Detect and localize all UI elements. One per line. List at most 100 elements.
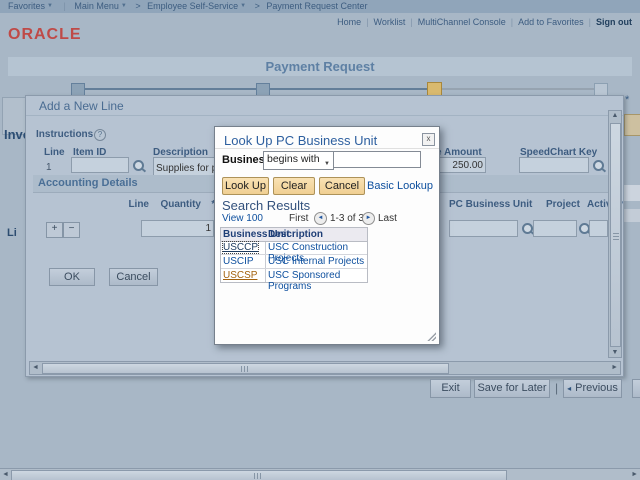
modal-horizontal-scrollbar[interactable]: ◄ ► [29,361,621,375]
grid-col-project: Project [546,199,580,210]
add-row-button[interactable]: + [46,222,63,238]
add-to-favorites-link[interactable]: Add to Favorites [518,17,584,27]
select-arrow-icon: ▼ [324,157,330,172]
grid-col-quantity: Quantity [159,199,201,210]
scroll-right-arrow[interactable]: ► [631,471,638,478]
page-horizontal-scrollbar[interactable]: ◄ ► [0,468,640,480]
background-asterisk-fragment: * [625,94,629,106]
line-column-label: Line [44,147,65,158]
look-up-button[interactable]: Look Up [222,177,269,195]
table-row: USCSP USC Sponsored Programs [221,269,367,282]
lookup-cancel-button[interactable]: Cancel [319,177,365,195]
result-range: 1-3 of 3 [330,213,364,224]
background-row-fragment [622,209,640,222]
remove-row-button[interactable]: − [63,222,80,238]
previous-page-icon[interactable]: ◄ [314,212,327,225]
chevron-down-icon: ▼ [47,0,53,13]
scroll-down-arrow[interactable]: ▼ [609,349,621,356]
link-divider: | [511,17,513,27]
basic-lookup-link[interactable]: Basic Lookup [367,180,433,192]
cancel-button[interactable]: Cancel [109,268,158,286]
scroll-right-arrow[interactable]: ► [611,364,618,371]
speedchart-lookup-icon[interactable] [593,160,604,171]
grid-col-pc-business-unit: PC Business Unit [449,199,532,210]
scrollbar-grip [254,473,263,479]
resize-grip[interactable] [426,332,436,341]
breadcrumb-bar: Favorites▼ | Main Menu▼ > Employee Self-… [0,0,640,13]
search-results-title: Search Results [222,198,310,213]
lookup-dialog-title: Look Up PC Business Unit [224,133,377,148]
close-icon[interactable]: x [422,133,435,146]
next-page-icon[interactable]: ► [362,212,375,225]
instructions-label: Instructions [36,129,93,140]
grid-col-line: Line [124,199,149,210]
link-divider: | [410,17,412,27]
activity-input[interactable] [589,220,608,237]
scrollbar-thumb[interactable] [42,363,449,374]
header-links: Home | Worklist | MultiChannel Console | Add t… [0,16,632,28]
screen: Favorites▼ | Main Menu▼ > Employee Self-… [0,0,640,480]
modal-vertical-scrollbar[interactable]: ▲ ▼ [608,110,622,358]
previous-arrow-icon: ◂ [567,384,571,393]
partial-background-button[interactable] [624,114,640,136]
clear-button[interactable]: Clear [273,177,315,195]
chevron-down-icon: ▼ [121,0,127,13]
scrollbar-thumb[interactable] [610,123,621,347]
search-results-table: Business Unit Description USCCP USC Cons… [220,227,368,283]
item-id-lookup-icon[interactable] [133,160,144,171]
business-unit-link[interactable]: USCCP [223,242,258,253]
previous-button[interactable]: ◂Previous [563,379,622,398]
main-menu[interactable]: Main Menu▼ [74,0,128,13]
item-id-input[interactable] [71,157,129,173]
pc-business-unit-lookup-icon[interactable] [522,223,533,234]
scrollbar-thumb[interactable] [11,470,507,480]
chevron-down-icon: ▼ [240,0,246,13]
scroll-left-arrow[interactable]: ◄ [2,471,9,478]
breadcrumb-sep: > [135,0,140,13]
worklist-link[interactable]: Worklist [374,17,406,27]
breadcrumb-sep: > [255,0,260,13]
train-line-todo [440,88,596,90]
project-input[interactable] [533,220,577,237]
operator-select[interactable]: begins with▼ [263,151,334,170]
breadcrumb-employee-self-service[interactable]: Employee Self-Service▼ [147,0,248,13]
first-link[interactable]: First [289,213,308,224]
business-unit-link[interactable]: USCIP [223,256,254,267]
page-title-bar: Payment Request [8,57,632,76]
business-unit-search-input[interactable] [333,151,421,168]
col-header-description[interactable]: Description [268,229,323,240]
quantity-input[interactable] [141,220,214,237]
page-title: Payment Request [8,57,632,76]
scroll-up-arrow[interactable]: ▲ [609,112,621,119]
description-link[interactable]: USC Sponsored Programs [268,270,367,292]
modal-title: Add a New Line [39,99,124,113]
description-link[interactable]: USC Internal Projects [268,256,364,267]
link-divider: | [589,17,591,27]
multichannel-console-link[interactable]: MultiChannel Console [418,17,506,27]
save-for-later-button[interactable]: Save for Later [474,379,550,398]
breadcrumb-divider: | [63,0,65,13]
line-number-value: 1 [46,162,52,173]
table-row: USCCP USC Construction Projects [221,241,367,254]
link-divider: | [366,17,368,27]
line-label-fragment: Li [7,227,17,239]
table-row: USCIP USC Internal Projects [221,255,367,268]
scrollbar-grip [613,231,619,240]
pc-business-unit-input[interactable] [449,220,518,237]
exit-button[interactable]: Exit [430,379,471,398]
sign-out-link[interactable]: Sign out [596,17,632,27]
business-unit-link[interactable]: USCSP [223,270,257,281]
view-100-link[interactable]: View 100 [222,213,263,224]
scroll-left-arrow[interactable]: ◄ [32,364,39,371]
home-link[interactable]: Home [337,17,361,27]
speedchart-key-input[interactable] [519,157,589,173]
help-icon[interactable]: ? [94,129,106,141]
ok-button[interactable]: OK [49,268,95,286]
partial-next-button[interactable] [632,379,640,398]
footer-divider: | [555,381,558,395]
line-amount-input[interactable] [434,157,486,173]
last-link[interactable]: Last [378,213,397,224]
favorites-menu[interactable]: Favorites▼ [8,0,55,13]
breadcrumb-payment-request-center: Payment Request Center [266,0,367,13]
background-row-fragment [622,185,640,201]
